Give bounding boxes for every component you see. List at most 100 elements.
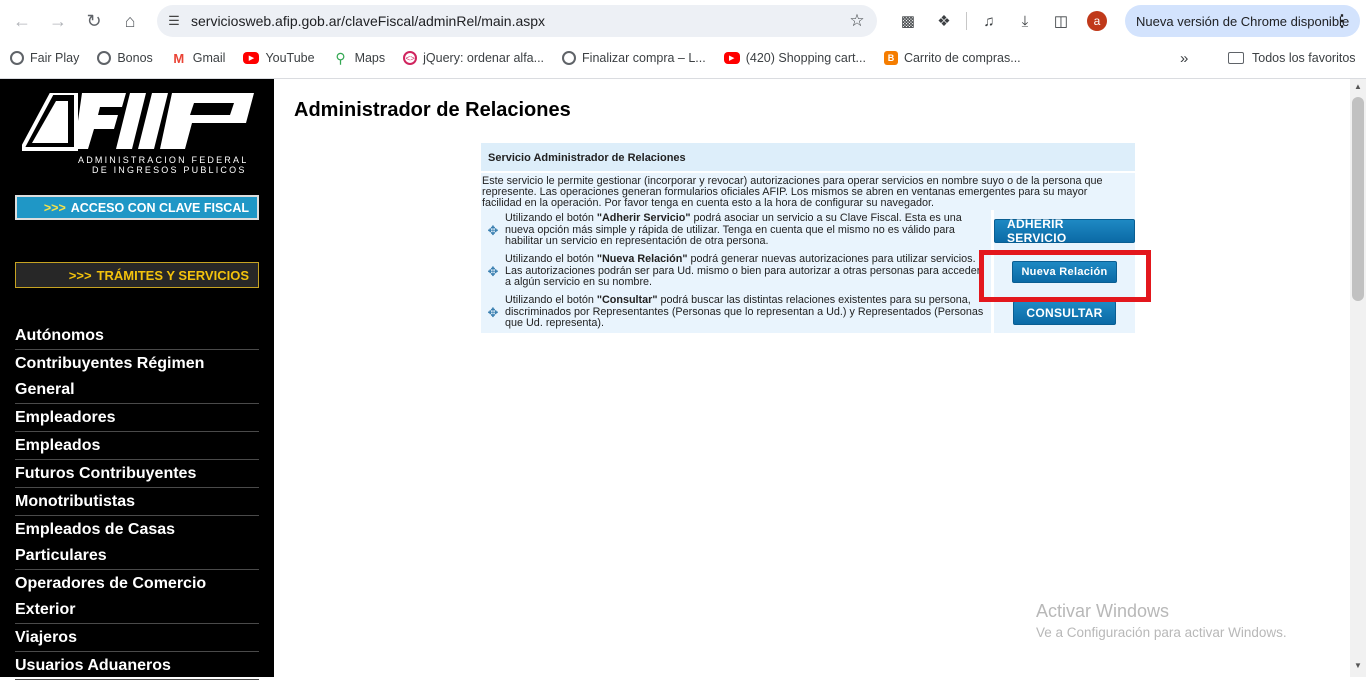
option-text: ✥ Utilizando el botón "Consultar" podrá …	[481, 292, 991, 333]
bookmark-item[interactable]: Fair Play	[10, 51, 79, 65]
button-cell: ADHERIR SERVICIO	[991, 210, 1135, 251]
folder-icon	[1228, 52, 1244, 64]
sidebar-item[interactable]: Empleadores	[15, 404, 259, 432]
sidebar-item[interactable]: Empleados de Casas Particulares	[15, 516, 259, 570]
media-control-icon[interactable]: ♫	[971, 6, 1007, 36]
option-text-part: Utilizando el botón	[505, 294, 597, 307]
page-title: Administrador de Relaciones	[294, 99, 571, 121]
avatar[interactable]: a	[1087, 11, 1107, 31]
scrollbar[interactable]: ▲ ▼	[1350, 79, 1366, 677]
sidebar: ADMINISTRACION FEDERAL DE INGRESOS PUBLI…	[0, 79, 274, 680]
sidebar-menu: Autónomos Contribuyentes Régimen General…	[15, 322, 259, 680]
blogger-icon: B	[883, 51, 898, 65]
bookmark-label: YouTube	[265, 51, 315, 65]
kebab-menu-icon[interactable]: ⋮	[1334, 11, 1350, 31]
option-text: ✥ Utilizando el botón "Nueva Relación" p…	[481, 251, 991, 292]
option-text-bold: "Nueva Relación"	[596, 253, 688, 266]
panel-header: Servicio Administrador de Relaciones	[481, 143, 1135, 173]
globe-icon	[97, 51, 112, 65]
logo-subtitle: DE INGRESOS PUBLICOS	[92, 165, 247, 175]
globe-icon	[10, 51, 24, 65]
sidebar-item[interactable]: Monotributistas	[15, 488, 259, 516]
extensions-icon[interactable]: ❖	[926, 6, 962, 36]
bookmark-item[interactable]: Finalizar compra – L...	[562, 51, 706, 65]
option-text-part: Utilizando el botón	[505, 212, 597, 225]
address-bar[interactable]: ☰ serviciosweb.afip.gob.ar/claveFiscal/a…	[157, 5, 877, 37]
bookmark-star-icon[interactable]: ☆	[837, 11, 877, 31]
activation-watermark: Activar Windows Ve a Configuración para …	[1036, 601, 1287, 640]
panel-description: Este servicio le permite gestionar (inco…	[481, 173, 1135, 210]
option-text-bold: "Consultar"	[596, 294, 658, 307]
arrows-icon: >>>	[68, 267, 92, 283]
option-text-part: Utilizando el botón	[505, 253, 597, 266]
sidebar-item[interactable]: Operadores de Comercio Exterior	[15, 570, 259, 624]
adherir-servicio-button[interactable]: ADHERIR SERVICIO	[994, 217, 1135, 245]
reload-icon[interactable]: ↻	[76, 3, 112, 39]
bookmark-label: Carrito de compras...	[903, 51, 1021, 65]
bullet-icon: ✥	[487, 304, 499, 320]
sidebar-item[interactable]: Autónomos	[15, 322, 259, 350]
bookmark-label: Maps	[354, 51, 386, 65]
tramites-label: TRÁMITES Y SERVICIOS	[96, 267, 249, 283]
bookmark-item[interactable]: ▶ (420) Shopping cart...	[723, 51, 866, 65]
side-panel-icon[interactable]: ◫	[1043, 6, 1079, 36]
globe-icon	[562, 51, 577, 65]
url-text[interactable]: serviciosweb.afip.gob.ar/claveFiscal/adm…	[191, 13, 837, 29]
scroll-up-icon[interactable]: ▲	[1354, 82, 1362, 91]
acceso-clave-fiscal-button[interactable]: >>> ACCESO CON CLAVE FISCAL	[15, 195, 259, 220]
bookmark-item[interactable]: <> jQuery: ordenar alfa...	[403, 51, 544, 65]
option-description: Utilizando el botón "Adherir Servicio" p…	[505, 212, 985, 248]
watermark-subtitle: Ve a Configuración para activar Windows.	[1036, 625, 1287, 640]
bookmark-item[interactable]: M Gmail	[171, 50, 226, 66]
toolbar-icons: ▩ ❖ ♫ ⤓ ◫ a	[890, 6, 1115, 36]
consultar-button[interactable]: CONSULTAR	[1013, 300, 1116, 325]
bullet-icon: ✥	[487, 263, 499, 279]
option-text: ✥ Utilizando el botón "Adherir Servicio"…	[481, 210, 991, 251]
option-text-bold: "Adherir Servicio"	[596, 212, 691, 225]
bookmark-label: Fair Play	[30, 51, 80, 65]
main-content: Administrador de Relaciones Servicio Adm…	[274, 79, 1350, 677]
tramites-servicios-button[interactable]: >>> TRÁMITES Y SERVICIOS	[15, 262, 259, 288]
home-icon[interactable]: ⌂	[112, 3, 148, 39]
sidebar-item[interactable]: Futuros Contribuyentes	[15, 460, 259, 488]
maps-icon: ⚲	[335, 49, 346, 66]
bookmark-label: (420) Shopping cart...	[745, 51, 866, 65]
watermark-title: Activar Windows	[1036, 601, 1170, 621]
option-description: Utilizando el botón "Nueva Relación" pod…	[505, 253, 985, 289]
gmail-icon: M	[173, 50, 185, 66]
scroll-down-icon[interactable]: ▼	[1354, 661, 1362, 670]
more-bookmarks-icon[interactable]: »	[1180, 42, 1188, 74]
scroll-thumb[interactable]	[1352, 97, 1364, 301]
highlight-box	[979, 250, 1151, 302]
chrome-update-button[interactable]: Nueva versión de Chrome disponible ⋮	[1125, 5, 1360, 37]
bookmark-item[interactable]: ⚲ Maps	[333, 49, 386, 66]
toolbar-divider	[966, 12, 967, 30]
sidebar-item[interactable]: Empleados	[15, 432, 259, 460]
bookmark-label: jQuery: ordenar alfa...	[423, 51, 545, 65]
all-bookmarks-button[interactable]: Todos los favoritos	[1228, 42, 1356, 74]
bookmark-item[interactable]: Bonos	[97, 51, 153, 65]
bookmark-item[interactable]: ▶ YouTube	[243, 51, 315, 65]
sidebar-item[interactable]: Contribuyentes Régimen General	[15, 350, 259, 404]
password-icon[interactable]: ▩	[890, 6, 926, 36]
bookmark-item[interactable]: B Carrito de compras...	[883, 51, 1021, 65]
browser-toolbar: ← → ↻ ⌂ ☰ serviciosweb.afip.gob.ar/clave…	[0, 0, 1366, 42]
bookmark-label: Gmail	[192, 51, 226, 65]
logo-subtitle: ADMINISTRACION FEDERAL	[78, 155, 249, 165]
sidebar-item[interactable]: Viajeros	[15, 624, 259, 652]
bookmarks-bar: Fair Play Bonos M Gmail ▶ YouTube ⚲ Maps <>…	[0, 42, 1366, 74]
all-bookmarks-label: Todos los favoritos	[1252, 51, 1356, 65]
forward-icon[interactable]: →	[40, 3, 76, 39]
sidebar-item[interactable]: Usuarios Aduaneros	[15, 652, 259, 680]
jquery-icon: <>	[403, 51, 418, 65]
youtube-icon: ▶	[723, 52, 740, 64]
back-icon[interactable]: ←	[4, 3, 40, 39]
option-row: ✥ Utilizando el botón "Adherir Servicio"…	[481, 210, 1135, 251]
bookmark-label: Finalizar compra – L...	[582, 51, 706, 65]
site-info-icon[interactable]: ☰	[157, 13, 191, 29]
download-icon[interactable]: ⤓	[1007, 6, 1043, 36]
update-label: Nueva versión de Chrome disponible	[1136, 13, 1350, 29]
acceso-label: ACCESO CON CLAVE FISCAL	[70, 200, 249, 215]
youtube-icon: ▶	[243, 52, 260, 64]
bookmark-label: Bonos	[117, 51, 153, 65]
